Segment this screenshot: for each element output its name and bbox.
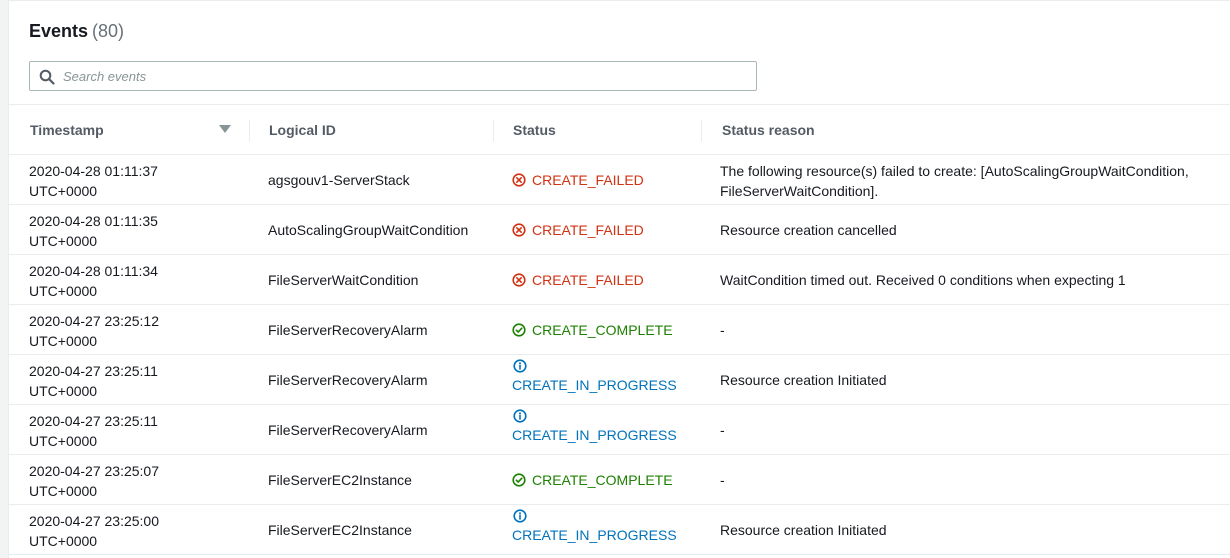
column-header-logical-id[interactable]: Logical ID <box>269 105 336 155</box>
status-text: CREATE_IN_PROGRESS <box>512 427 677 443</box>
logical-id-cell: FileServerWaitCondition <box>268 272 419 288</box>
x-circle-icon <box>512 273 526 287</box>
search-icon <box>39 69 55 85</box>
status-reason-cell: WaitCondition timed out. Received 0 cond… <box>720 272 1126 288</box>
status-reason-line: The following resource(s) failed to crea… <box>720 163 1189 179</box>
timestamp-cell: 2020-04-27 23:25:12 UTC+0000 <box>29 311 229 351</box>
table-row: 2020-04-27 23:25:11 UTC+0000 FileServerR… <box>9 355 1230 405</box>
logical-id-cell: FileServerEC2Instance <box>268 472 412 488</box>
status-text: CREATE_IN_PROGRESS <box>512 377 677 393</box>
logical-id-cell: FileServerRecoveryAlarm <box>268 372 428 388</box>
column-header-status-reason[interactable]: Status reason <box>722 105 815 155</box>
table-row: 2020-04-27 23:25:07 UTC+0000 FileServerE… <box>9 455 1230 505</box>
column-divider[interactable] <box>493 120 494 142</box>
timestamp-cell: 2020-04-27 23:25:11 UTC+0000 <box>29 411 229 451</box>
search-box[interactable] <box>29 61 757 91</box>
status-text: CREATE_FAILED <box>532 172 644 188</box>
timestamp-date: 2020-04-28 01:11:35 <box>29 213 158 229</box>
logical-id-cell: agsgouv1-ServerStack <box>268 172 410 188</box>
timestamp-date: 2020-04-27 23:25:11 <box>29 413 158 429</box>
table-row: 2020-04-28 01:11:34 UTC+0000 FileServerW… <box>9 255 1230 305</box>
events-count: (80) <box>92 21 125 41</box>
timestamp-zone: UTC+0000 <box>29 233 98 249</box>
timestamp-zone: UTC+0000 <box>29 533 98 549</box>
table-row: 2020-04-28 01:11:37 UTC+0000 agsgouv1-Se… <box>9 155 1230 205</box>
status-reason-line: FileServerWaitCondition]. <box>720 183 879 199</box>
search-input[interactable] <box>63 62 743 90</box>
check-circle-icon <box>512 473 526 487</box>
timestamp-cell: 2020-04-28 01:11:34 UTC+0000 <box>29 261 229 301</box>
timestamp-zone: UTC+0000 <box>29 333 98 349</box>
timestamp-date: 2020-04-27 23:25:00 <box>29 513 159 529</box>
column-divider[interactable] <box>701 120 702 142</box>
timestamp-zone: UTC+0000 <box>29 483 98 499</box>
table-row: 2020-04-27 23:25:11 UTC+0000 FileServerR… <box>9 405 1230 455</box>
timestamp-date: 2020-04-28 01:11:34 <box>29 263 158 279</box>
events-panel: Events(80) Timestamp Logical ID Status S… <box>8 0 1230 558</box>
events-table-body: 2020-04-28 01:11:37 UTC+0000 agsgouv1-Se… <box>9 155 1230 555</box>
timestamp-date: 2020-04-27 23:25:07 <box>29 463 159 479</box>
logical-id-cell: FileServerRecoveryAlarm <box>268 322 428 338</box>
status-reason-cell: Resource creation cancelled <box>720 222 897 238</box>
column-divider[interactable] <box>249 120 250 142</box>
table-header: Timestamp Logical ID Status Status reaso… <box>9 105 1230 155</box>
status-text: CREATE_COMPLETE <box>532 472 673 488</box>
status-reason-cell: Resource creation Initiated <box>720 522 887 538</box>
info-circle-icon <box>513 409 527 423</box>
timestamp-cell: 2020-04-27 23:25:11 UTC+0000 <box>29 361 229 401</box>
logical-id-cell: FileServerRecoveryAlarm <box>268 422 428 438</box>
timestamp-zone: UTC+0000 <box>29 383 98 399</box>
x-circle-icon <box>512 223 526 237</box>
status-reason-cell: Resource creation Initiated <box>720 372 887 388</box>
status-cell: CREATE_FAILED <box>512 270 644 290</box>
status-reason-cell: The following resource(s) failed to crea… <box>720 161 1220 201</box>
table-row: 2020-04-28 01:11:35 UTC+0000 AutoScaling… <box>9 205 1230 255</box>
status-text: CREATE_FAILED <box>532 222 644 238</box>
info-circle-icon <box>513 509 527 523</box>
timestamp-zone: UTC+0000 <box>29 283 98 299</box>
check-circle-icon <box>512 323 526 337</box>
status-cell: CREATE_IN_PROGRESS <box>512 359 677 395</box>
events-header: Events (80) <box>9 1 1230 105</box>
timestamp-cell: 2020-04-28 01:11:35 UTC+0000 <box>29 211 229 251</box>
x-circle-icon <box>512 173 526 187</box>
timestamp-cell: 2020-04-27 23:25:00 UTC+0000 <box>29 511 229 551</box>
status-cell: CREATE_COMPLETE <box>512 320 673 340</box>
timestamp-cell: 2020-04-28 01:11:37 UTC+0000 <box>29 161 229 201</box>
events-title: Events <box>29 21 89 41</box>
timestamp-zone: UTC+0000 <box>29 183 98 199</box>
logical-id-cell: FileServerEC2Instance <box>268 522 412 538</box>
timestamp-date: 2020-04-27 23:25:12 <box>29 313 159 329</box>
table-row: 2020-04-27 23:25:12 UTC+0000 FileServerR… <box>9 305 1230 355</box>
status-text: CREATE_IN_PROGRESS <box>512 527 677 543</box>
status-reason-cell: - <box>720 322 725 338</box>
status-cell: CREATE_FAILED <box>512 170 644 190</box>
sort-descending-icon[interactable] <box>219 125 231 133</box>
status-cell: CREATE_IN_PROGRESS <box>512 409 677 445</box>
timestamp-zone: UTC+0000 <box>29 433 98 449</box>
timestamp-date: 2020-04-27 23:25:11 <box>29 363 158 379</box>
status-cell: CREATE_COMPLETE <box>512 470 673 490</box>
status-reason-cell: - <box>720 472 725 488</box>
column-header-status[interactable]: Status <box>513 105 556 155</box>
status-cell: CREATE_IN_PROGRESS <box>512 509 677 545</box>
page-title: Events (80) <box>29 21 124 42</box>
status-reason-cell: - <box>720 422 725 438</box>
status-text: CREATE_FAILED <box>532 272 644 288</box>
table-row: 2020-04-27 23:25:00 UTC+0000 FileServerE… <box>9 505 1230 555</box>
logical-id-cell: AutoScalingGroupWaitCondition <box>268 222 469 238</box>
column-header-timestamp[interactable]: Timestamp <box>30 105 104 155</box>
timestamp-date: 2020-04-28 01:11:37 <box>29 163 158 179</box>
timestamp-cell: 2020-04-27 23:25:07 UTC+0000 <box>29 461 229 501</box>
info-circle-icon <box>513 359 527 373</box>
status-cell: CREATE_FAILED <box>512 220 644 240</box>
status-text: CREATE_COMPLETE <box>532 322 673 338</box>
